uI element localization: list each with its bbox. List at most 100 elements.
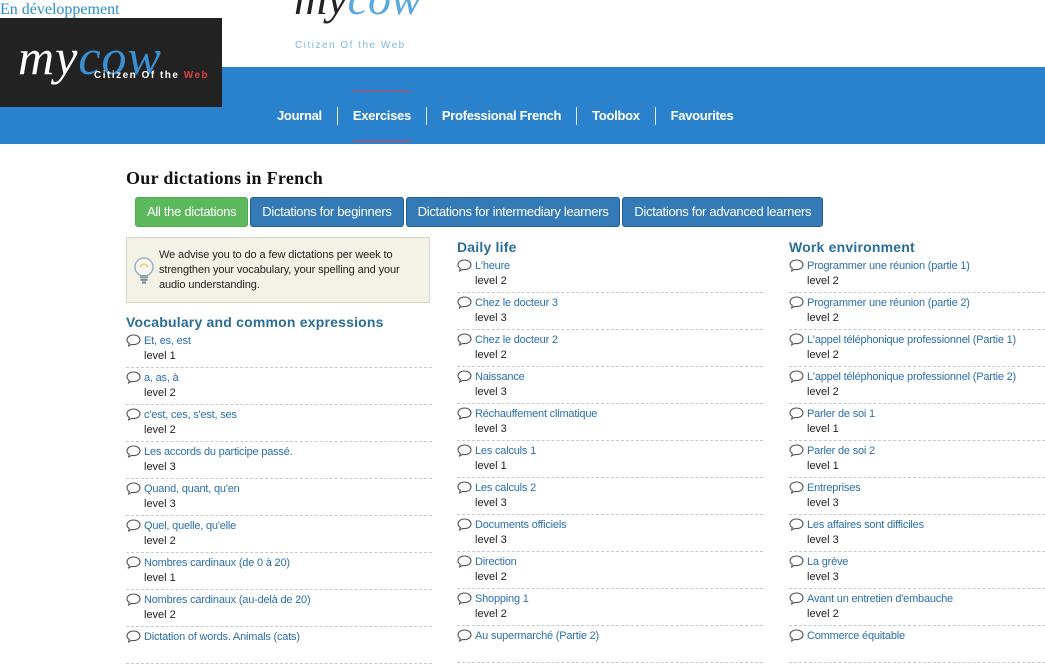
dictation-item: Shopping 1 level 2: [457, 589, 763, 626]
speech-bubble-icon: [789, 259, 804, 273]
speech-bubble-icon: [789, 407, 804, 421]
dictation-item: La grève level 3: [789, 552, 1045, 589]
nav-item-exercises[interactable]: Exercises: [336, 91, 426, 141]
filter-button-all-the-dictations[interactable]: All the dictations: [135, 197, 249, 227]
dictation-item: Documents officiels level 3: [457, 515, 763, 552]
dictation-link[interactable]: Et, es, est: [144, 334, 191, 348]
header-logo-wordmark: mycow: [294, 0, 422, 24]
dictation-level: level 3: [807, 571, 839, 583]
dictation-link[interactable]: Dictation of words. Animals (cats): [144, 630, 300, 644]
speech-bubble-icon: [126, 482, 141, 496]
nav-item-professional-french[interactable]: Professional French: [425, 107, 576, 125]
dictation-link[interactable]: Naissance: [475, 370, 525, 384]
dictation-link[interactable]: Chez le docteur 3: [475, 296, 558, 310]
dictation-item: Avant un entretien d'embauche level 2: [789, 589, 1045, 626]
dictation-link[interactable]: Les calculs 1: [475, 444, 536, 458]
dictation-link[interactable]: Au supermarché (Partie 2): [475, 629, 599, 643]
nav-item-journal[interactable]: Journal: [262, 107, 337, 125]
speech-bubble-icon: [457, 629, 472, 643]
speech-bubble-icon: [457, 555, 472, 569]
speech-bubble-icon: [126, 630, 141, 644]
speech-bubble-icon: [789, 629, 804, 643]
dictation-link[interactable]: Avant un entretien d'embauche: [807, 592, 953, 606]
dictation-link[interactable]: Parler de soi 1: [807, 407, 875, 421]
dictation-level: level 1: [807, 423, 839, 435]
site-logo[interactable]: mycow Citizen Of the Web: [0, 18, 222, 107]
dictation-link[interactable]: Entreprises: [807, 481, 861, 495]
dictation-link[interactable]: Les calculs 2: [475, 481, 536, 495]
dictation-link[interactable]: Shopping 1: [475, 592, 529, 606]
dictation-item: Nombres cardinaux (au-delà de 20) level 2: [126, 590, 432, 627]
dictation-link[interactable]: Parler de soi 2: [807, 444, 875, 458]
dictation-item: Dictation of words. Animals (cats): [126, 627, 432, 664]
speech-bubble-icon: [789, 555, 804, 569]
dictation-item: Entreprises level 3: [789, 478, 1045, 515]
dictation-link[interactable]: Nombres cardinaux (de 0 à 20): [144, 556, 290, 570]
dictation-link[interactable]: Quand, quant, qu'en: [144, 482, 240, 496]
dictation-item: Commerce équitable: [789, 626, 1045, 663]
dictation-link[interactable]: L'heure: [475, 259, 510, 273]
advice-text: We advise you to do a few dictations per…: [159, 249, 400, 291]
speech-bubble-icon: [789, 592, 804, 606]
dictation-link[interactable]: Quel, quelle, qu'elle: [144, 519, 236, 533]
dictation-link[interactable]: Nombres cardinaux (au-delà de 20): [144, 593, 311, 607]
dictation-level: level 2: [807, 608, 839, 620]
dictation-level: level 3: [144, 461, 176, 473]
speech-bubble-icon: [457, 592, 472, 606]
dictation-item: L'appel téléphonique professionnel (Part…: [789, 330, 1045, 367]
dictation-link[interactable]: L'appel téléphonique professionnel (Part…: [807, 333, 1016, 347]
dictation-link[interactable]: Les affaires sont difficiles: [807, 518, 924, 532]
speech-bubble-icon: [457, 481, 472, 495]
speech-bubble-icon: [126, 408, 141, 422]
dictation-link[interactable]: Réchauffement climatique: [475, 407, 597, 421]
dictation-item: L'heure level 2: [457, 256, 763, 293]
dictation-link[interactable]: Les accords du participe passé.: [144, 445, 293, 459]
dictation-level: level 3: [475, 386, 507, 398]
dictation-link[interactable]: Commerce équitable: [807, 629, 905, 643]
dictation-level: level 2: [475, 571, 507, 583]
dictation-level: level 2: [807, 312, 839, 324]
dictation-item: Parler de soi 2 level 1: [789, 441, 1045, 478]
dictation-link[interactable]: Documents officiels: [475, 518, 567, 532]
filter-button-dictations-for-intermediary-learners[interactable]: Dictations for intermediary learners: [405, 197, 621, 227]
section-heading: Vocabulary and common expressions: [126, 314, 384, 330]
dictation-item: Les calculs 2 level 3: [457, 478, 763, 515]
dictation-link[interactable]: La grève: [807, 555, 848, 569]
dictation-link[interactable]: Direction: [475, 555, 517, 569]
dictation-level: level 1: [807, 460, 839, 472]
dictation-item: Nombres cardinaux (de 0 à 20) level 1: [126, 553, 432, 590]
header-logo[interactable]: mycow Citizen Of the Web: [294, 0, 434, 60]
dictation-link[interactable]: Programmer une réunion (partie 1): [807, 259, 970, 273]
speech-bubble-icon: [457, 518, 472, 532]
speech-bubble-icon: [126, 445, 141, 459]
dictation-item: Chez le docteur 3 level 3: [457, 293, 763, 330]
header-logo-tagline: Citizen Of the Web: [295, 40, 406, 51]
filter-button-dictations-for-beginners[interactable]: Dictations for beginners: [250, 197, 404, 227]
dictation-link[interactable]: Programmer une réunion (partie 2): [807, 296, 970, 310]
dictation-item: Et, es, est level 1: [126, 331, 432, 368]
speech-bubble-icon: [789, 518, 804, 532]
speech-bubble-icon: [457, 259, 472, 273]
speech-bubble-icon: [457, 407, 472, 421]
speech-bubble-icon: [126, 593, 141, 607]
dictation-link[interactable]: c'est, ces, s'est, ses: [144, 408, 237, 422]
speech-bubble-icon: [457, 333, 472, 347]
dictation-level: level 2: [475, 349, 507, 361]
speech-bubble-icon: [126, 334, 141, 348]
column-daily-life: Daily life L'heure level 2 Chez le docteur …: [457, 238, 763, 663]
dictation-item: Parler de soi 1 level 1: [789, 404, 1045, 441]
dictation-link[interactable]: Chez le docteur 2: [475, 333, 558, 347]
filter-button-dictations-for-advanced-learners[interactable]: Dictations for advanced learners: [622, 197, 824, 227]
section-heading: Daily life: [457, 239, 517, 255]
speech-bubble-icon: [457, 296, 472, 310]
dictation-level: level 2: [144, 387, 176, 399]
dictation-link[interactable]: L'appel téléphonique professionnel (Part…: [807, 370, 1016, 384]
dictation-level: level 2: [144, 424, 176, 436]
dictation-level: level 1: [144, 350, 176, 362]
nav-item-favourites[interactable]: Favourites: [654, 107, 749, 125]
dictation-link[interactable]: a, as, à: [144, 371, 179, 385]
lightbulb-icon: [134, 257, 154, 284]
nav-item-toolbox[interactable]: Toolbox: [576, 107, 654, 125]
dictation-level: level 3: [475, 497, 507, 509]
speech-bubble-icon: [789, 481, 804, 495]
